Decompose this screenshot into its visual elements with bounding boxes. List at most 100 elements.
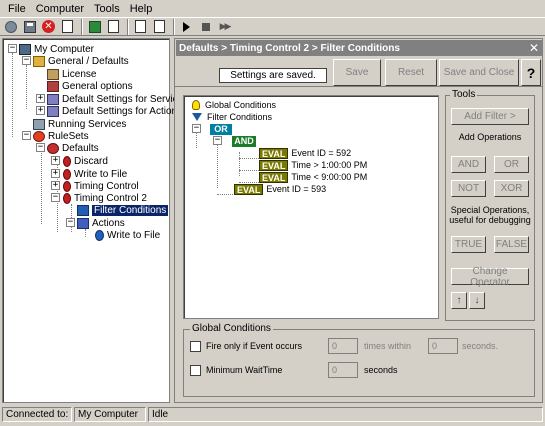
tree-item-action-write-to-file[interactable]: Write to File [95, 229, 160, 241]
eval-node[interactable]: EVAL Time > 1:00:00 PM [259, 159, 367, 171]
eval-node[interactable]: EVAL Time < 9:00:00 PM [259, 171, 367, 183]
false-button[interactable]: FALSE [494, 236, 529, 253]
add-filter-button[interactable]: Add Filter > [451, 108, 529, 125]
menu-file[interactable]: File [3, 3, 31, 15]
fire-only-label: Fire only if Event occurs [206, 341, 303, 351]
menu-computer[interactable]: Computer [31, 3, 89, 15]
tree-item-my-computer[interactable]: My Computer [19, 43, 94, 55]
fire-count-field[interactable]: 0 [328, 338, 358, 354]
tree-expand-toggle[interactable]: + [51, 169, 60, 178]
find-icon[interactable] [59, 19, 76, 35]
and-operator-node[interactable]: AND [232, 135, 259, 147]
rule-icon [63, 168, 71, 180]
special-operations-sublabel: useful for debugging [449, 215, 531, 225]
fire-only-checkbox[interactable] [190, 341, 201, 352]
toolbar-separator [173, 18, 175, 35]
tree-item-general-defaults[interactable]: General / Defaults [33, 55, 129, 67]
or-operator-node[interactable]: OR [210, 123, 235, 135]
tree-collapse-toggle[interactable]: − [66, 218, 75, 227]
stop-icon[interactable] [197, 19, 214, 35]
license-icon [47, 68, 59, 80]
or-button[interactable]: OR [494, 156, 529, 173]
tools-label: Tools [450, 89, 478, 100]
tree-item-default-actions[interactable]: Default Settings for Actions [47, 105, 182, 117]
true-button[interactable]: TRUE [451, 236, 486, 253]
tree-item-discard[interactable]: Discard [63, 155, 108, 167]
status-bar: Connected to: My Computer Idle [0, 405, 545, 426]
xor-button[interactable]: XOR [494, 180, 529, 197]
tree-item-running-services[interactable]: Running Services [33, 118, 126, 130]
properties-icon[interactable] [105, 19, 122, 35]
eval-node[interactable]: EVAL Event ID = 593 [234, 183, 326, 195]
eval-node[interactable]: EVAL Event ID = 592 [259, 147, 351, 159]
panel-titlebar: Defaults > Timing Control 2 > Filter Con… [176, 40, 542, 56]
tree-item-defaults[interactable]: Defaults [47, 142, 99, 154]
tree-item-rulesets[interactable]: RuleSets [33, 130, 89, 142]
tree-expand-toggle[interactable]: + [36, 106, 45, 115]
tree-expand-toggle[interactable]: + [51, 156, 60, 165]
panel-title: Defaults > Timing Control 2 > Filter Con… [179, 42, 400, 54]
tree-collapse-toggle[interactable]: − [8, 44, 17, 53]
tree-item-write-to-file[interactable]: Write to File [63, 168, 127, 180]
tree-collapse-toggle[interactable]: − [22, 131, 31, 140]
tree-item-license[interactable]: License [47, 68, 96, 80]
tree-item-label: License [62, 68, 97, 80]
reset-button[interactable]: Reset [385, 59, 437, 86]
wait-time-field[interactable]: 0 [328, 362, 358, 378]
times-within-label: times within [364, 341, 412, 351]
view-icon[interactable] [86, 19, 103, 35]
save-button[interactable]: Save [333, 59, 381, 86]
condition-collapse-toggle[interactable]: − [213, 136, 222, 145]
tree-item-label: Defaults [62, 142, 99, 154]
tree-item-label: Filter Conditions [92, 204, 169, 216]
save-icon[interactable] [21, 19, 38, 35]
eval-badge: EVAL [259, 159, 289, 171]
play-icon[interactable] [178, 19, 195, 35]
help-button[interactable]: ? [521, 59, 541, 86]
global-conditions-node[interactable]: Global Conditions [192, 99, 276, 111]
delete-icon[interactable]: ✕ [40, 19, 57, 35]
toolbar: ✕ ▶▶ [0, 17, 545, 36]
node-label: Global Conditions [205, 100, 277, 110]
actions-folder-icon [77, 217, 89, 229]
tree-line [217, 194, 235, 195]
special-operations-label: Special Operations, [450, 205, 530, 215]
running-services-icon [33, 118, 45, 130]
filter-conditions-node[interactable]: Filter Conditions [192, 111, 272, 123]
seconds-field[interactable]: 0 [428, 338, 458, 354]
and-button[interactable]: AND [451, 156, 486, 173]
min-wait-checkbox[interactable] [190, 365, 201, 376]
tree-expand-toggle[interactable]: + [51, 181, 60, 190]
connect-icon[interactable] [2, 19, 19, 35]
close-icon[interactable]: ✕ [529, 41, 539, 55]
tree-item-general-options[interactable]: General options [47, 80, 133, 92]
not-button[interactable]: NOT [451, 180, 486, 197]
tree-collapse-toggle[interactable]: − [51, 193, 60, 202]
condition-collapse-toggle[interactable]: − [192, 124, 201, 133]
tree-item-filter-conditions[interactable]: Filter Conditions [77, 204, 169, 216]
eval-expression: Event ID = 592 [291, 148, 352, 158]
tree-item-label: Write to File [74, 168, 128, 180]
menu-bar: File Computer Tools Help [0, 0, 545, 17]
tree-item-timing-control[interactable]: Timing Control [63, 180, 139, 192]
tree-item-actions[interactable]: Actions [77, 217, 125, 229]
tree-item-timing-control-2[interactable]: Timing Control 2 [63, 192, 147, 204]
refresh-icon[interactable] [132, 19, 149, 35]
tree-expand-toggle[interactable]: + [36, 94, 45, 103]
change-operator-button[interactable]: Change Operator [451, 266, 529, 288]
tree-collapse-toggle[interactable]: − [36, 143, 45, 152]
move-down-button[interactable]: ↓ [469, 292, 485, 309]
min-wait-label: Minimum WaitTime [206, 365, 283, 375]
or-badge: OR [210, 123, 232, 135]
tree-item-default-services[interactable]: Default Settings for Services [47, 93, 188, 105]
settings-icon[interactable] [151, 19, 168, 35]
tree-item-label: General options [62, 80, 133, 92]
tree-item-label: Actions [92, 217, 125, 229]
menu-tools[interactable]: Tools [89, 3, 125, 15]
move-up-button[interactable]: ↑ [451, 292, 467, 309]
menu-help[interactable]: Help [125, 3, 158, 15]
save-and-close-button[interactable]: Save and Close [439, 59, 519, 86]
fast-forward-icon[interactable]: ▶▶ [216, 19, 233, 35]
tree-collapse-toggle[interactable]: − [22, 56, 31, 65]
funnel-icon [192, 113, 202, 121]
